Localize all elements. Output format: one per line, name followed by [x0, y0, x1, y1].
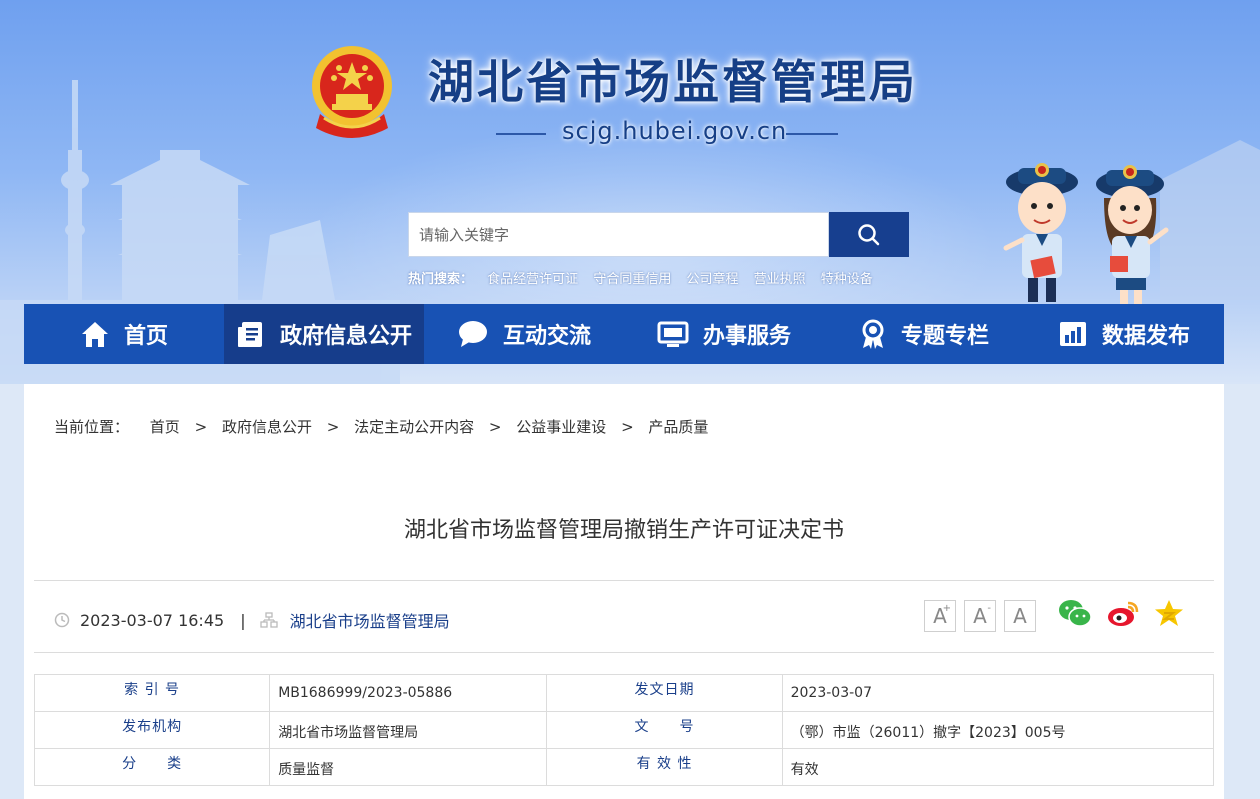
index-number-value: MB1686999/2023-05886 — [269, 674, 548, 712]
font-decrease-label: A — [973, 604, 987, 628]
organization-icon — [259, 612, 278, 628]
table-row: 索 引 号 MB1686999/2023-05886 发文日期 2023-03-… — [33, 674, 1215, 712]
breadcrumb-link[interactable]: 政府信息公开 — [222, 418, 312, 436]
mascot-officers-illustration — [1003, 163, 1169, 304]
hot-search: 热门搜索： 食品经营许可证 守合同重信用 公司章程 营业执照 特种设备 — [408, 268, 884, 287]
plus-sign: + — [942, 603, 951, 614]
breadcrumb-link[interactable]: 首页 — [150, 418, 180, 436]
nav-topics[interactable]: 专题专栏 — [824, 304, 1024, 364]
doc-number-value: （鄂）市监（26011）撤字【2023】005号 — [781, 711, 1215, 749]
hot-keyword[interactable]: 公司章程 — [686, 272, 738, 287]
divider — [34, 652, 1214, 653]
category-label: 分 类 — [33, 748, 271, 786]
meta-divider: | — [240, 610, 246, 630]
nav-services[interactable]: 办事服务 — [624, 304, 824, 364]
font-reset-label: A — [1013, 604, 1027, 628]
hot-keyword[interactable]: 守合同重信用 — [593, 272, 671, 287]
issuer-label: 发布机构 — [33, 711, 271, 749]
table-row: 发布机构 湖北省市场监督管理局 文 号 （鄂）市监（26011）撤字【2023】… — [33, 711, 1215, 749]
minus-sign: - — [987, 603, 991, 614]
nav-home[interactable]: 首页 — [24, 304, 224, 364]
nav-label: 办事服务 — [702, 324, 791, 349]
nav-label: 政府信息公开 — [279, 324, 412, 349]
search-input[interactable] — [408, 212, 829, 257]
ribbon-icon — [859, 319, 887, 349]
category-value: 质量监督 — [269, 748, 548, 786]
monitor-icon — [657, 319, 689, 349]
validity-value: 有效 — [781, 748, 1215, 786]
breadcrumb-label: 当前位置： — [54, 418, 130, 436]
font-decrease-button[interactable]: A- — [964, 600, 996, 632]
issue-date-label: 发文日期 — [546, 674, 783, 712]
doc-number-label: 文 号 — [546, 711, 783, 749]
nav-interaction[interactable]: 互动交流 — [424, 304, 624, 364]
nav-label: 首页 — [123, 324, 168, 349]
breadcrumb-separator: > — [621, 418, 634, 436]
nav-label: 数据发布 — [1101, 324, 1190, 349]
weibo-icon[interactable] — [1106, 598, 1140, 628]
breadcrumb-link[interactable]: 产品质量 — [648, 418, 708, 436]
document-info-table: 索 引 号 MB1686999/2023-05886 发文日期 2023-03-… — [33, 674, 1215, 786]
nav-label: 互动交流 — [502, 324, 591, 349]
article-meta: 2023-03-07 16:45 | 湖北省市场监督管理局 — [54, 608, 450, 632]
main-nav: 首页 政府信息公开 互动交流 办事服务 专题专栏 数据发布 — [24, 304, 1224, 364]
hot-keyword[interactable]: 营业执照 — [754, 272, 806, 287]
table-row: 分 类 质量监督 有 效 性 有效 — [33, 748, 1215, 786]
divider — [34, 580, 1214, 581]
qzone-icon[interactable] — [1154, 598, 1184, 628]
issue-date-value: 2023-03-07 — [781, 674, 1215, 712]
breadcrumb: 当前位置： 首页 > 政府信息公开 > 法定主动公开内容 > 公益事业建设 > … — [54, 416, 708, 437]
breadcrumb-separator: > — [488, 418, 502, 436]
breadcrumb-link[interactable]: 法定主动公开内容 — [354, 418, 474, 436]
nav-label: 专题专栏 — [900, 324, 989, 349]
site-title: 湖北省市场监督管理局 — [428, 55, 918, 109]
search-button[interactable] — [829, 212, 909, 257]
clock-icon — [54, 612, 70, 628]
chat-icon — [457, 319, 489, 349]
article-publisher: 湖北省市场监督管理局 — [289, 612, 450, 631]
font-size-controls: A + A- A — [924, 600, 1044, 632]
hot-keyword[interactable]: 特种设备 — [821, 272, 873, 287]
share-bar — [1058, 598, 1198, 628]
font-increase-button[interactable]: A + — [924, 600, 956, 632]
breadcrumb-separator: > — [326, 418, 340, 436]
article-title: 湖北省市场监督管理局撤销生产许可证决定书 — [403, 518, 844, 543]
home-icon — [80, 319, 110, 349]
content-panel: 当前位置： 首页 > 政府信息公开 > 法定主动公开内容 > 公益事业建设 > … — [24, 384, 1224, 799]
document-icon — [236, 319, 266, 349]
national-emblem-icon — [312, 46, 392, 138]
nav-data[interactable]: 数据发布 — [1024, 304, 1224, 364]
article-datetime: 2023-03-07 16:45 — [80, 610, 225, 630]
domain-line-left — [496, 133, 546, 135]
font-reset-button[interactable]: A — [1004, 600, 1036, 632]
issuer-value: 湖北省市场监督管理局 — [269, 711, 548, 749]
search-icon — [858, 223, 880, 245]
nav-gov-info[interactable]: 政府信息公开 — [224, 304, 424, 364]
validity-label: 有 效 性 — [546, 748, 783, 786]
wechat-icon[interactable] — [1058, 598, 1092, 628]
breadcrumb-separator: > — [194, 418, 208, 436]
search-box — [408, 212, 909, 257]
bar-chart-icon — [1058, 319, 1088, 349]
site-domain: scjg.hubei.gov.cn — [562, 117, 788, 145]
hot-keyword[interactable]: 食品经营许可证 — [487, 272, 578, 287]
hot-search-label: 热门搜索： — [408, 272, 474, 287]
domain-line-right — [786, 133, 838, 135]
breadcrumb-link[interactable]: 公益事业建设 — [516, 418, 606, 436]
index-number-label: 索 引 号 — [33, 674, 271, 712]
